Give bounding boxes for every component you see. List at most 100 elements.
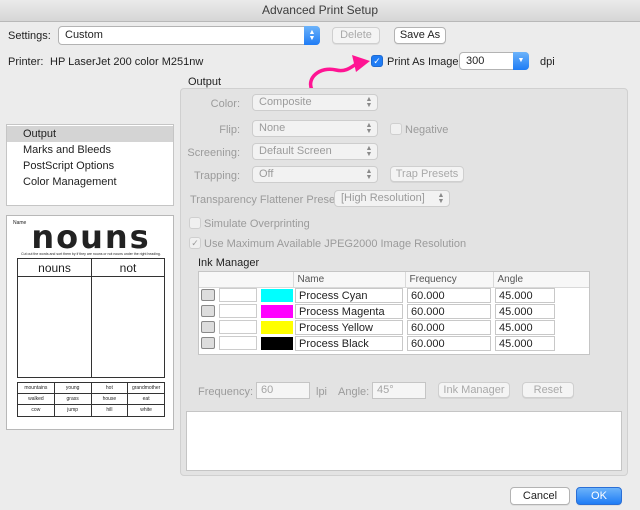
ink-name: Process Black <box>295 335 403 351</box>
ink-header-name: Name <box>293 272 406 288</box>
ink-row[interactable]: Process Magenta 60.000 45.000 <box>199 303 589 319</box>
word-cell: cow <box>18 405 55 416</box>
column-header-nouns: nouns <box>18 259 92 277</box>
reset-button[interactable]: Reset <box>522 382 574 398</box>
column-header-not: not <box>92 259 164 277</box>
page-preview: Name nouns Cut out the words and sort th… <box>6 215 174 430</box>
negative-label: Negative <box>405 124 449 136</box>
select-arrows-icon: ▲ ▼ <box>437 191 445 205</box>
color-value: Composite <box>259 96 312 108</box>
lpi-label: lpi <box>316 386 328 398</box>
word-cell: mountains <box>18 383 55 393</box>
sidebar-list: Output Marks and Bleeds PostScript Optio… <box>6 124 174 206</box>
ink-spacer <box>219 304 257 318</box>
settings-select[interactable]: Custom ▲ ▼ <box>58 26 320 45</box>
sidebar-item-output[interactable]: Output <box>7 126 173 142</box>
color-label: Color: <box>210 98 240 110</box>
frequency-input[interactable]: 60 <box>256 382 310 399</box>
jpeg2000-checkbox[interactable]: ✓ <box>189 237 201 249</box>
ink-row[interactable]: Process Black 60.000 45.000 <box>199 335 589 351</box>
ink-swatch-cyan <box>261 288 293 302</box>
word-grid: mountains young hot grandmother walked g… <box>17 382 165 417</box>
select-arrows-icon: ▲ ▼ <box>365 167 373 181</box>
trapping-value: Off <box>259 168 274 180</box>
chevron-down-icon: ▼ <box>513 52 529 70</box>
word-row: cow jump hill white <box>18 405 164 416</box>
printer-label: Printer: <box>8 56 44 68</box>
word-cell: grandmother <box>131 385 161 391</box>
printer-icon <box>201 305 215 317</box>
ink-header-angle: Angle <box>493 272 589 288</box>
printer-icon <box>201 321 215 333</box>
simulate-overprinting-checkbox[interactable] <box>189 217 201 229</box>
ink-row[interactable]: Process Cyan 60.000 45.000 <box>199 287 589 303</box>
sidebar-item-color-management[interactable]: Color Management <box>7 174 173 190</box>
flattener-value: [High Resolution] <box>341 192 425 204</box>
word-cell: young <box>55 383 92 393</box>
ink-manager-title: Ink Manager <box>198 257 260 269</box>
word-cell: house <box>92 394 129 404</box>
word-cell: white <box>140 407 152 413</box>
screening-select[interactable]: Default Screen ▲ ▼ <box>252 143 378 160</box>
delete-button[interactable]: Delete <box>332 27 380 44</box>
sidebar-item-postscript-options[interactable]: PostScript Options <box>7 158 173 174</box>
negative-checkbox[interactable] <box>390 123 402 135</box>
dpi-value: 300 <box>466 55 485 67</box>
angle-input[interactable]: 45° <box>372 382 426 399</box>
ink-name: Process Yellow <box>295 319 403 335</box>
dpi-select[interactable]: 300 ▼ <box>459 52 529 70</box>
ink-name: Process Cyan <box>295 287 403 303</box>
jpeg2000-label: Use Maximum Available JPEG2000 Image Res… <box>204 238 467 250</box>
ink-table-container: Name Frequency Angle Process Cyan 60.000… <box>198 271 590 355</box>
window-title: Advanced Print Setup <box>0 0 640 22</box>
select-arrows-icon: ▲ ▼ <box>365 121 373 135</box>
select-arrows-icon: ▲ ▼ <box>365 95 373 109</box>
flattener-select[interactable]: [High Resolution] ▲ ▼ <box>334 190 450 207</box>
select-arrows-icon: ▲ ▼ <box>365 144 373 158</box>
select-arrows-icon: ▲ ▼ <box>304 26 320 45</box>
sidebar-item-marks-and-bleeds[interactable]: Marks and Bleeds <box>7 142 173 158</box>
ink-angle: 45.000 <box>495 287 555 303</box>
angle-label: Angle: <box>338 386 370 398</box>
flip-value: None <box>259 122 286 134</box>
trapping-label: Trapping: <box>193 170 240 182</box>
color-select[interactable]: Composite ▲ ▼ <box>252 94 378 111</box>
print-as-image-label: Print As Image <box>387 56 459 68</box>
ink-frequency: 60.000 <box>407 287 491 303</box>
worksheet-name-tag: Name <box>13 220 27 226</box>
description-box <box>186 411 622 471</box>
ink-angle: 45.000 <box>495 335 555 351</box>
word-row: walked grass house eat <box>18 394 164 405</box>
ink-angle: 45.000 <box>495 319 555 335</box>
word-cell: hot <box>92 383 129 393</box>
trapping-select[interactable]: Off ▲ ▼ <box>252 166 378 183</box>
settings-value: Custom <box>65 29 103 41</box>
ink-header-frequency: Frequency <box>405 272 494 288</box>
ink-header-blank <box>199 272 294 288</box>
ink-manager-button[interactable]: Ink Manager <box>438 382 510 398</box>
save-as-button[interactable]: Save As <box>394 27 446 44</box>
output-section-title: Output <box>188 76 222 88</box>
column-divider <box>91 277 92 377</box>
word-cell: walked <box>18 394 55 404</box>
flip-select[interactable]: None ▲ ▼ <box>252 120 378 137</box>
word-cell: eat <box>142 396 150 402</box>
ink-row[interactable]: Process Yellow 60.000 45.000 <box>199 319 589 335</box>
flattener-label: Transparency Flattener Preset: <box>190 194 342 206</box>
ink-spacer <box>219 336 257 350</box>
ink-table: Name Frequency Angle Process Cyan 60.000… <box>199 272 589 351</box>
ink-swatch-yellow <box>261 320 293 334</box>
trap-presets-button[interactable]: Trap Presets <box>390 166 464 182</box>
cancel-button[interactable]: Cancel <box>510 487 570 505</box>
flip-label: Flip: <box>219 124 240 136</box>
ink-frequency: 60.000 <box>407 319 491 335</box>
ink-swatch-black <box>261 336 293 350</box>
word-cell: grass <box>55 394 92 404</box>
worksheet-title: nouns <box>31 218 151 256</box>
ink-spacer <box>219 320 257 334</box>
simulate-overprinting-label: Simulate Overprinting <box>204 218 310 230</box>
printer-icon <box>201 289 215 302</box>
printer-icon <box>201 337 215 349</box>
ok-button[interactable]: OK <box>576 487 622 505</box>
frequency-label: Frequency: <box>198 386 254 398</box>
